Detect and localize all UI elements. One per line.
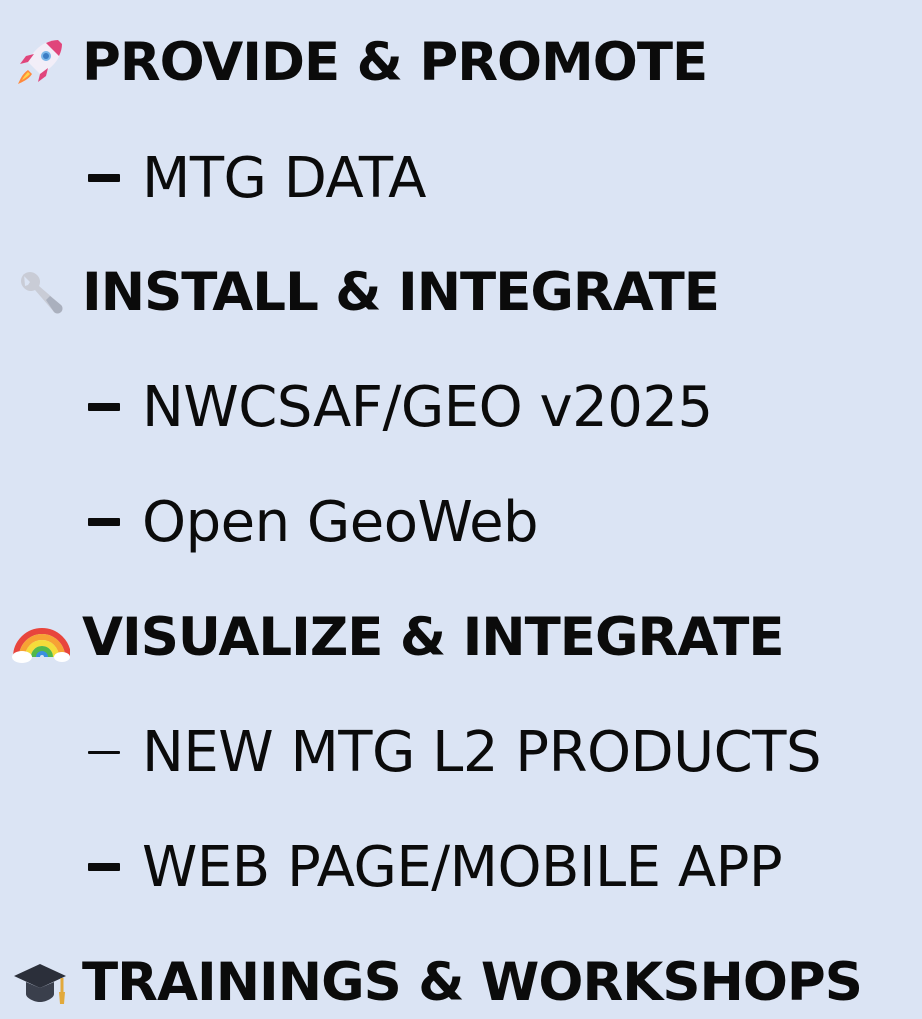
section-heading-install-integrate: INSTALL & INTEGRATE (0, 242, 720, 342)
bullet-dash (88, 863, 120, 871)
wrench-icon (10, 262, 70, 322)
list-item: NEW MTG L2 PRODUCTS (88, 702, 822, 802)
list-item: WEB PAGE/MOBILE APP (88, 817, 783, 917)
rocket-icon (10, 32, 70, 92)
item-label: NEW MTG L2 PRODUCTS (142, 719, 822, 785)
bullet-dash (88, 750, 120, 754)
section-heading-provide-promote: PROVIDE & PROMOTE (0, 12, 708, 112)
bullet-dash (88, 403, 120, 411)
item-label: NWCSAF/GEO v2025 (142, 374, 713, 440)
section-title: VISUALIZE & INTEGRATE (82, 606, 785, 668)
section-title: TRAININGS & WORKSHOPS (82, 951, 863, 1013)
bullet-dash (88, 518, 120, 526)
item-label: Open GeoWeb (142, 489, 539, 555)
section-heading-visualize-integrate: VISUALIZE & INTEGRATE (0, 587, 785, 687)
bullet-dash (88, 174, 120, 182)
list-item: NWCSAF/GEO v2025 (88, 357, 713, 457)
rainbow-icon (10, 607, 70, 667)
section-heading-trainings-workshops: TRAININGS & WORKSHOPS (0, 932, 863, 1019)
list-item: Open GeoWeb (88, 472, 539, 572)
list-item: MTG DATA (88, 128, 426, 228)
slide-content: PROVIDE & PROMOTE MTG DATA INSTALL & INT… (0, 0, 922, 1019)
graduation-cap-icon (10, 952, 70, 1012)
section-title: INSTALL & INTEGRATE (82, 261, 720, 323)
section-title: PROVIDE & PROMOTE (82, 31, 708, 93)
item-label: MTG DATA (142, 145, 426, 211)
item-label: WEB PAGE/MOBILE APP (142, 834, 783, 900)
